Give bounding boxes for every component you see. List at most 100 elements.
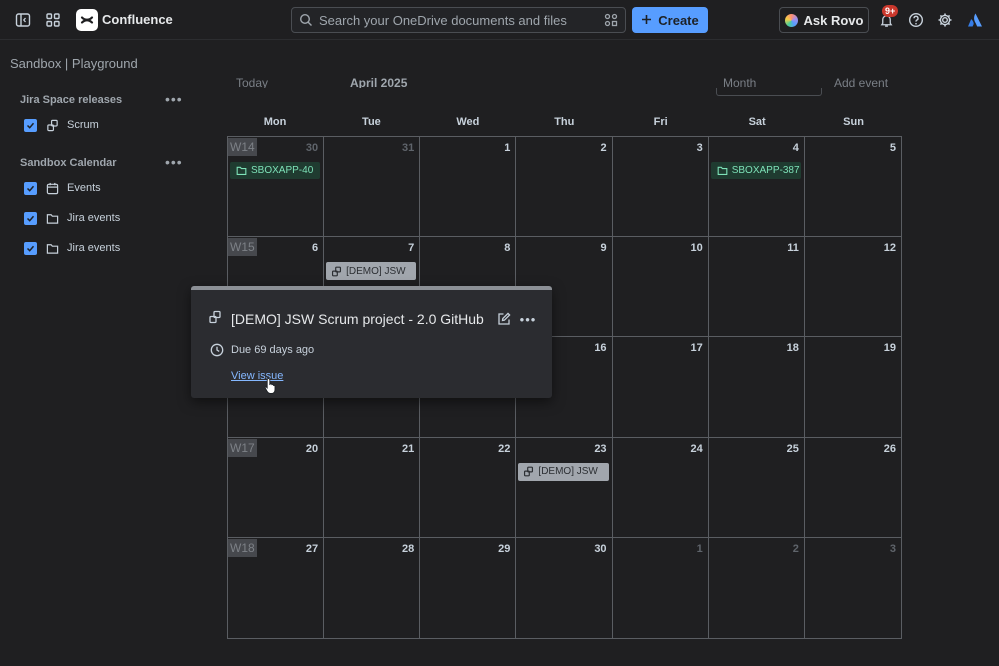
day-cell[interactable]: 3 (612, 137, 709, 238)
weekday-header: Sat (748, 116, 766, 128)
sidebar-item-label: Jira events (67, 212, 121, 224)
day-number: 9 (600, 242, 607, 255)
day-cell[interactable]: 1 (613, 537, 709, 638)
create-button[interactable]: Create (632, 7, 708, 33)
week-number-label: W14 (228, 138, 257, 156)
day-cell[interactable]: 19 (804, 337, 901, 438)
atlassian-logo-icon[interactable] (965, 10, 985, 30)
day-cell[interactable]: 21 (324, 437, 421, 538)
day-number: 27 (305, 542, 319, 555)
help-icon[interactable] (906, 10, 926, 30)
day-number: 12 (883, 242, 896, 255)
day-cell[interactable]: 23 (516, 437, 613, 538)
add-event-button[interactable]: Add event (834, 76, 888, 88)
day-cell[interactable]: 10 (612, 237, 709, 338)
day-cell[interactable]: 3 (805, 538, 901, 638)
day-cell[interactable]: 25 (708, 437, 805, 538)
day-cell[interactable]: 26 (804, 438, 901, 538)
day-cell[interactable]: 4 (708, 137, 805, 238)
checkbox-checked[interactable] (24, 118, 37, 132)
app-name[interactable]: Confluence (102, 12, 173, 27)
day-cell[interactable]: 1 (420, 137, 517, 238)
sidebar-item-label: Jira events (67, 242, 121, 254)
day-number: 19 (883, 342, 896, 355)
calendar-toolbar: Today April 2025 Month Add event (227, 72, 907, 88)
calendar-event[interactable]: SBOXAPP-40 (230, 162, 321, 179)
clock-icon (209, 342, 225, 358)
weekday-header: Sun (843, 116, 864, 128)
day-number: 25 (786, 442, 799, 455)
day-cell[interactable]: 27 W18 (228, 537, 325, 638)
day-cell[interactable]: 5 (804, 137, 901, 238)
folder-icon (45, 241, 59, 255)
weekday-header: Fri (653, 116, 668, 128)
calendar-icon (45, 181, 59, 195)
day-number: 3 (889, 542, 896, 555)
notification-badge: 9+ (882, 5, 899, 17)
today-button[interactable]: Today (236, 76, 268, 88)
rovo-icon (784, 13, 798, 27)
more-options-icon[interactable]: ••• (165, 92, 183, 106)
day-number: 30 (305, 142, 319, 154)
day-number: 31 (402, 142, 415, 154)
day-cell[interactable]: 2 (516, 137, 613, 238)
jira-icon (45, 118, 59, 132)
sidebar-item-events[interactable]: Events (24, 180, 101, 196)
due-date-text: Due 69 days ago (231, 344, 315, 356)
sidebar-section-title: Jira Space releases (20, 94, 123, 106)
settings-gear-icon[interactable] (935, 10, 955, 30)
day-cell[interactable]: 2 (709, 537, 805, 638)
event-label: SBOXAPP-40 (251, 165, 314, 176)
calendar-event[interactable]: [DEMO] JSW (518, 462, 609, 481)
plus-icon (641, 13, 652, 28)
day-number: 24 (690, 442, 703, 455)
day-number: 10 (690, 242, 703, 255)
day-cell[interactable]: 28 (324, 537, 421, 638)
day-number: 8 (504, 242, 511, 255)
checkbox-checked[interactable] (24, 241, 37, 255)
ask-rovo-button[interactable]: Ask Rovo (779, 7, 869, 33)
app-switcher-icon[interactable] (43, 10, 63, 30)
day-cell[interactable]: 20 W17 (228, 437, 325, 538)
day-cell[interactable]: 11 (708, 237, 805, 338)
view-select[interactable]: Month (723, 76, 756, 88)
ask-rovo-label: Ask Rovo (803, 12, 864, 28)
day-cell[interactable]: 30 W14 (228, 137, 325, 238)
day-cell[interactable]: 12 (804, 237, 901, 338)
popup-title[interactable]: [DEMO] JSW Scrum project - 2.0 GitHub (231, 311, 484, 327)
breadcrumb[interactable]: Sandbox | Playground (10, 56, 138, 71)
sidebar-toggle-icon[interactable] (13, 10, 33, 30)
search-filter-icon[interactable] (604, 13, 618, 30)
day-cell[interactable]: 18 (708, 337, 805, 438)
day-cell[interactable]: 31 (324, 137, 421, 238)
day-number: 17 (690, 342, 703, 355)
day-number: 5 (889, 142, 896, 154)
sidebar-item-jira-events[interactable]: Jira events (24, 240, 120, 256)
sidebar-item-scrum[interactable]: Scrum (24, 117, 99, 133)
month-label: April 2025 (350, 76, 408, 88)
day-number: 20 (305, 442, 319, 455)
day-cell[interactable]: 24 (612, 437, 709, 538)
day-cell[interactable]: 29 (420, 537, 517, 638)
search-input[interactable]: Search your OneDrive documents and files (291, 7, 626, 33)
more-options-icon[interactable]: ••• (519, 311, 537, 327)
folder-icon (236, 165, 247, 176)
day-number: 6 (312, 242, 319, 255)
jira-icon (523, 466, 534, 477)
week-number-label: W17 (228, 438, 257, 457)
day-cell[interactable]: 17 (612, 337, 709, 438)
day-cell[interactable]: 30 (516, 537, 613, 638)
edit-icon[interactable] (496, 311, 512, 327)
day-number: 4 (792, 142, 799, 154)
calendar-event[interactable]: SBOXAPP-387 (710, 162, 801, 179)
calendar-event[interactable]: [DEMO] JSW (326, 262, 417, 281)
checkbox-checked[interactable] (24, 181, 37, 195)
more-options-icon[interactable]: ••• (165, 155, 183, 169)
day-number: 1 (504, 142, 511, 154)
sidebar-item-label: Scrum (67, 119, 99, 131)
sidebar-item-jira-events[interactable]: Jira events (24, 210, 120, 226)
day-cell[interactable]: 22 (420, 437, 517, 538)
view-select-border (716, 88, 822, 96)
confluence-logo-icon[interactable] (76, 9, 98, 31)
checkbox-checked[interactable] (24, 211, 37, 225)
